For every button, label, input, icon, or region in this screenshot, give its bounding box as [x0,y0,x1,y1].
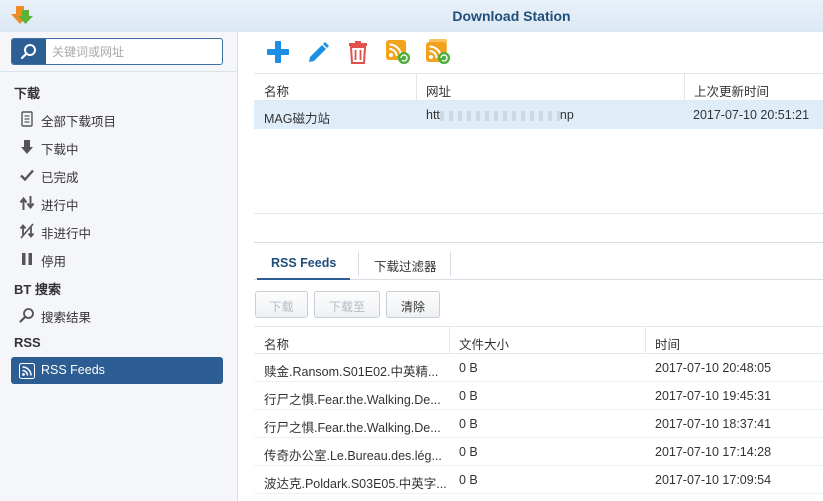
column-header-url[interactable]: 网址 [426,81,451,100]
table-row[interactable]: 传奇办公室.Le.Bureau.des.lég... 0 B 2017-07-1… [254,438,823,466]
search-icon [19,308,34,323]
section-title-bt-search: BT 搜索 [14,282,61,297]
item-name: 赎金.Ransom.S01E02.中英精... [264,365,439,379]
title-bar: Download Station [0,0,823,32]
clear-button[interactable]: 清除 [386,291,440,318]
main-toolbar [239,32,823,72]
item-name: 波达克.Poldark.S03E05.中英字... [264,477,447,491]
item-time: 2017-07-10 17:14:28 [655,445,772,459]
column-divider[interactable] [684,74,685,101]
url-redaction [439,110,560,121]
column-header-time[interactable]: 时间 [655,334,680,353]
item-size: 0 B [459,473,478,487]
sidebar-item-search-results[interactable]: 搜索结果 [11,301,223,328]
tab-rss-feeds[interactable]: RSS Feeds [257,248,351,280]
inactive-icon [19,223,35,239]
sidebar-item-label: 搜索结果 [41,311,92,325]
checkmark-icon [20,169,34,182]
item-name: 行尸之惧.Fear.the.Walking.De... [264,421,441,435]
column-header-name[interactable]: 名称 [264,334,289,353]
item-size: 0 B [459,389,478,403]
sidebar-item-active[interactable]: 进行中 [11,189,223,216]
column-header-last-updated[interactable]: 上次更新时间 [694,81,769,100]
column-divider[interactable] [416,74,417,101]
item-time: 2017-07-10 20:48:05 [655,361,772,375]
tab-divider [358,252,359,276]
delete-trash-icon[interactable] [345,39,371,65]
sidebar-item-label: 已完成 [41,171,79,185]
item-size: 0 B [459,417,478,431]
feed-row-selected[interactable]: MAG磁力站 htt np 2017-07-10 20:51:21 [254,101,823,129]
feeds-grid-footer-line [254,213,823,214]
item-name: 传奇办公室.Le.Bureau.des.lég... [264,449,442,463]
sidebar-divider [0,71,238,72]
tab-divider [450,252,451,276]
sidebar-item-label: 进行中 [41,199,79,213]
table-row[interactable]: 行尸之惧.Fear.the.Walking.De... 0 B 2017-07-… [254,382,823,410]
search-icon [20,44,36,60]
sidebar-item-label: RSS Feeds [41,363,105,377]
item-time: 2017-07-10 19:45:31 [655,389,772,403]
column-divider[interactable] [449,327,450,354]
item-name: 行尸之惧.Fear.the.Walking.De... [264,393,441,407]
item-size: 0 B [459,445,478,459]
sidebar-item-all-downloads[interactable]: 全部下载项目 [11,105,223,132]
table-row[interactable]: 赎金.Ransom.S01E02.中英精... 0 B 2017-07-10 2… [254,354,823,382]
section-title-download: 下载 [14,86,41,101]
feed-url-start: htt [426,108,440,122]
tab-download-filter[interactable]: 下载过滤器 [360,248,451,280]
rss-refresh-all-icon[interactable] [425,39,451,65]
sidebar: 下载 全部下载项目 下载中 已完成 进行中 非进行 [0,32,238,501]
sidebar-item-inactive[interactable]: 非进行中 [11,217,223,244]
feed-updated-time: 2017-07-10 20:51:21 [693,108,810,122]
sidebar-item-label: 全部下载项目 [41,115,117,129]
sidebar-item-label: 非进行中 [41,227,92,241]
sidebar-item-rss-feeds[interactable]: RSS Feeds [11,357,223,384]
sidebar-item-label: 下载中 [41,143,79,157]
edit-pencil-icon[interactable] [305,39,331,65]
download-button[interactable]: 下载 [255,291,308,318]
search-button[interactable] [12,39,46,64]
add-icon[interactable] [265,39,291,65]
feed-url-end: np [559,108,574,122]
feed-name: MAG磁力站 [264,112,330,126]
pause-icon [22,253,32,265]
section-title-rss: RSS [14,335,41,350]
feeds-grid-header: 名称 网址 上次更新时间 [254,73,823,101]
panel-splitter[interactable] [254,242,823,243]
column-divider[interactable] [645,327,646,354]
arrow-down-icon [21,140,33,154]
detail-tabs: RSS Feeds 下载过滤器 [254,248,823,280]
rss-icon [19,363,35,379]
app-title: Download Station [452,8,571,24]
search-input[interactable] [52,39,220,64]
table-row[interactable]: 波达克.Poldark.S03E05.中英字... 0 B 2017-07-10… [254,466,823,494]
column-header-file-size[interactable]: 文件大小 [459,334,509,353]
sidebar-item-completed[interactable]: 已完成 [11,161,223,188]
search-box [11,38,223,65]
feed-url: htt np [426,108,574,122]
download-to-button[interactable]: 下载至 [314,291,380,318]
column-header-name[interactable]: 名称 [264,81,289,100]
sidebar-item-downloading[interactable]: 下载中 [11,133,223,160]
item-time: 2017-07-10 17:09:54 [655,473,772,487]
sidebar-item-label: 停用 [41,255,67,269]
items-grid-header: 名称 文件大小 时间 [254,326,823,354]
up-down-arrows-icon [19,196,35,210]
item-time: 2017-07-10 18:37:41 [655,417,772,431]
all-downloads-icon [21,111,33,127]
rss-refresh-icon[interactable] [385,39,411,65]
item-size: 0 B [459,361,478,375]
table-row[interactable]: 行尸之惧.Fear.the.Walking.De... 0 B 2017-07-… [254,410,823,438]
sidebar-item-disabled[interactable]: 停用 [11,245,223,272]
